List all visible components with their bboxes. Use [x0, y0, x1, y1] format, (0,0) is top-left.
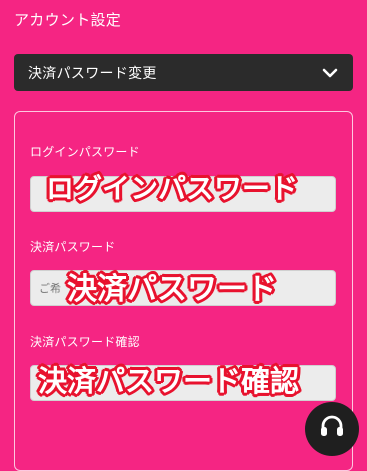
payment-password-label: 決済パスワード: [30, 240, 116, 254]
login-password-label: ログインパスワード: [30, 145, 140, 159]
payment-password-input[interactable]: [30, 270, 336, 306]
chevron-down-icon: [321, 64, 339, 82]
support-chat-button[interactable]: [305, 402, 359, 456]
headset-icon: [317, 412, 347, 446]
settings-menu-dropdown[interactable]: 決済パスワード変更: [14, 54, 353, 91]
page-title: アカウント設定: [14, 11, 122, 29]
payment-password-confirm-input[interactable]: [30, 365, 336, 401]
dropdown-selected-label: 決済パスワード変更: [28, 65, 157, 82]
payment-password-confirm-label: 決済パスワード確認: [30, 335, 140, 349]
login-password-input[interactable]: [30, 176, 336, 212]
